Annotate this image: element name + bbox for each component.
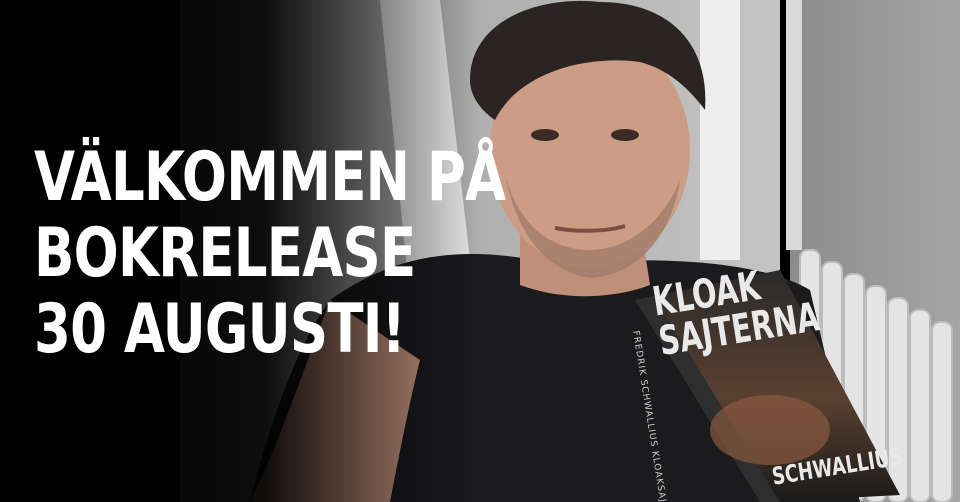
right-eye [611, 129, 639, 141]
left-eye [531, 129, 559, 141]
book-cover-hand-image [710, 395, 830, 465]
headline-line-2: BOKRELEASE [34, 214, 416, 293]
promo-image: VÄLKOMMEN PÅ BOKRELEASE 30 AUGUSTI! KLOA… [0, 0, 960, 502]
headline: VÄLKOMMEN PÅ BOKRELEASE 30 AUGUSTI! [34, 138, 506, 369]
headline-line-3: 30 AUGUSTI! [34, 290, 406, 369]
wall-pipe [786, 0, 802, 250]
door-frame-right [700, 0, 740, 260]
headline-line-1: VÄLKOMMEN PÅ [34, 138, 506, 217]
